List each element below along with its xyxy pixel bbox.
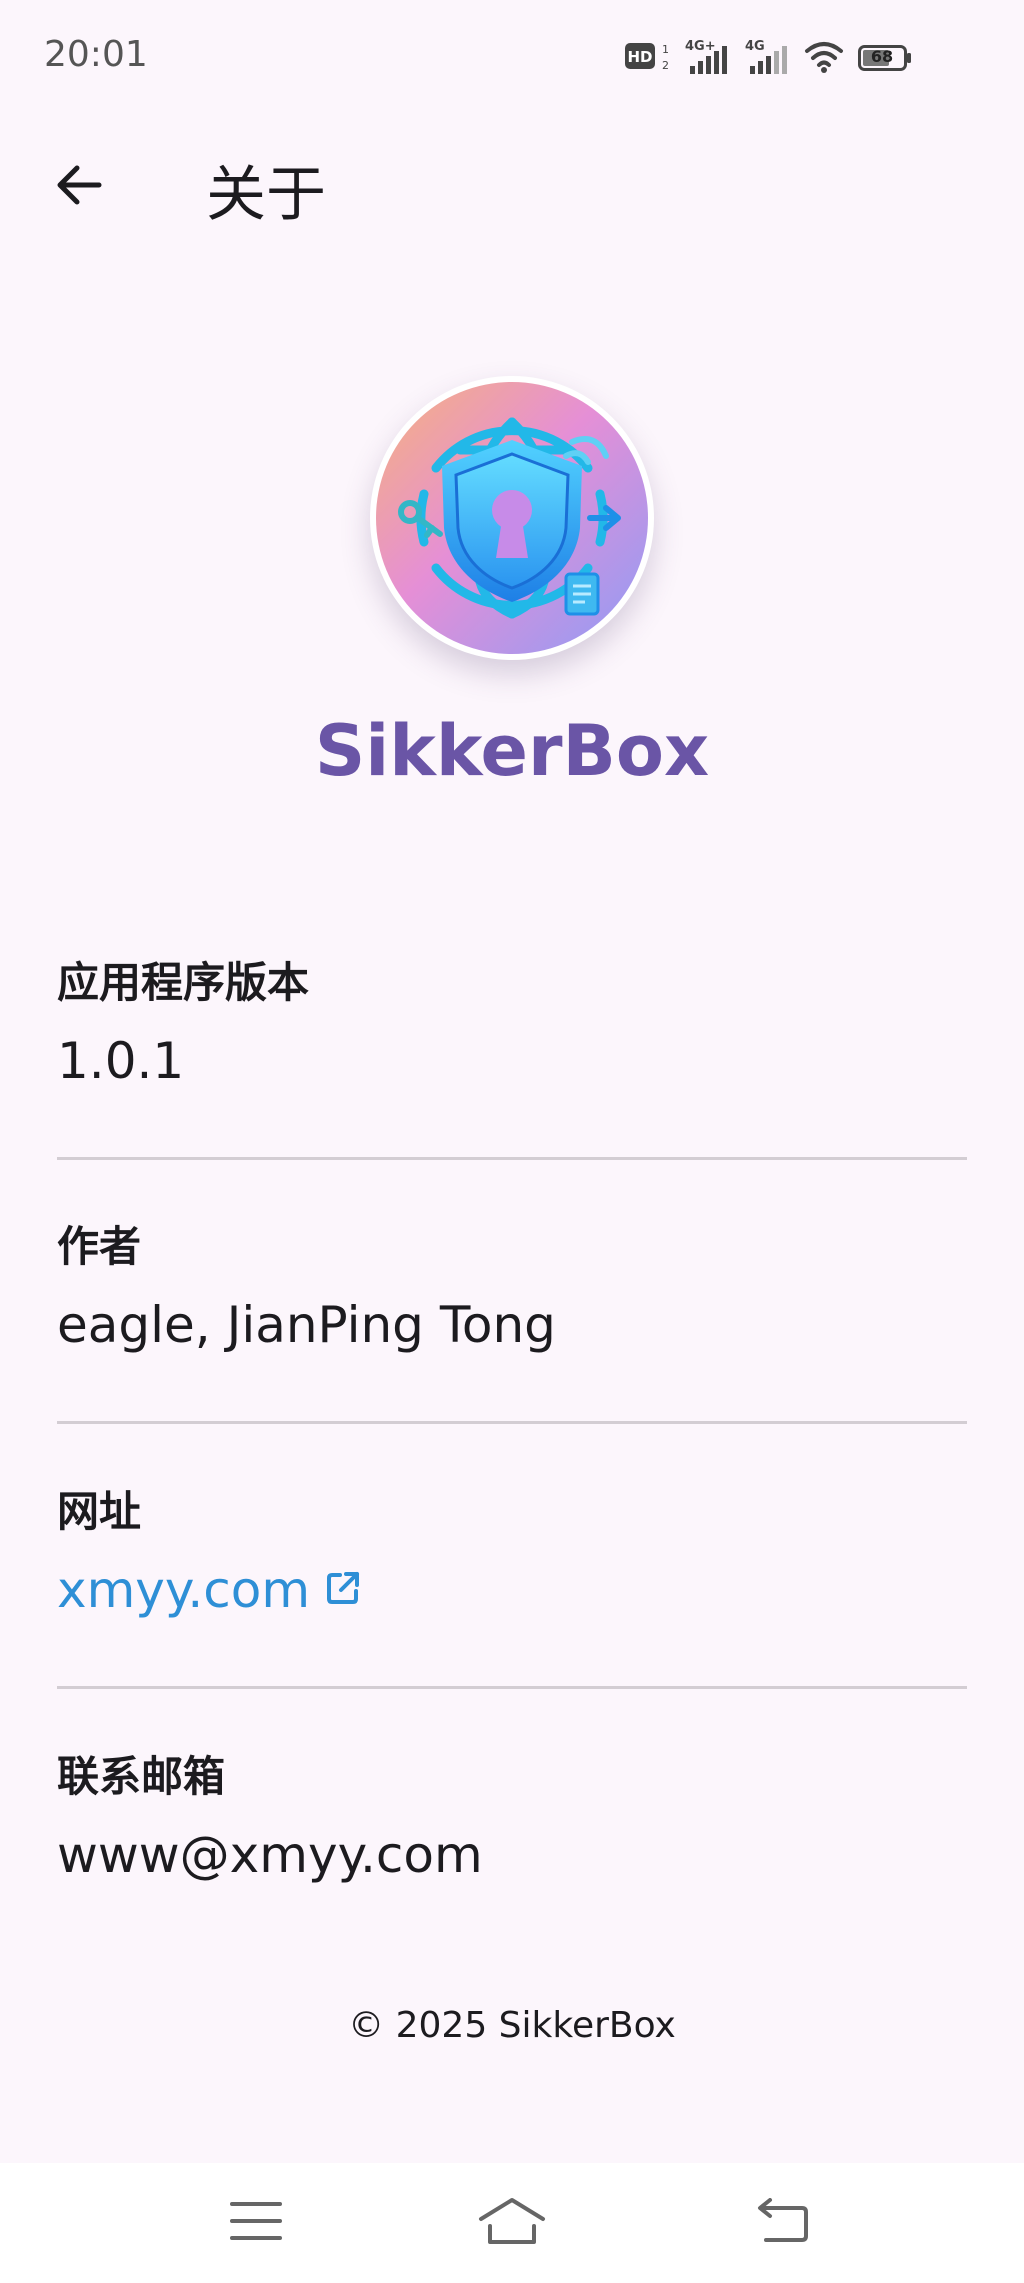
status-icons: HD 1 2 4G+ 4G 68 bbox=[624, 36, 912, 80]
divider bbox=[57, 1686, 967, 1689]
website-label: 网址 bbox=[57, 1487, 142, 1536]
home-button[interactable] bbox=[478, 2189, 546, 2257]
svg-text:1: 1 bbox=[662, 43, 669, 56]
shield-keyhole-globe-logo bbox=[376, 382, 648, 654]
svg-text:4G+: 4G+ bbox=[685, 39, 716, 54]
menu-button[interactable] bbox=[222, 2189, 290, 2257]
battery-level: 68 bbox=[870, 47, 894, 66]
battery-icon: 68 bbox=[858, 44, 912, 72]
svg-text:4G: 4G bbox=[745, 39, 765, 54]
divider bbox=[57, 1421, 967, 1424]
email-value: www@xmyy.com bbox=[57, 1826, 483, 1884]
status-bar: 20:01 HD 1 2 4G+ 4G 68 bbox=[0, 0, 1024, 116]
copyright-text: © 2025 SikkerBox bbox=[348, 2005, 676, 2046]
version-value: 1.0.1 bbox=[57, 1032, 185, 1090]
hd-icon: HD 1 2 bbox=[624, 39, 670, 77]
home-icon bbox=[478, 2196, 546, 2250]
app-name: SikkerBox bbox=[314, 710, 710, 792]
website-value: xmyy.com bbox=[57, 1561, 311, 1619]
page-title: 关于 bbox=[206, 160, 326, 230]
signal-4g-plus-icon: 4G+ bbox=[684, 36, 730, 80]
arrow-left-icon bbox=[53, 159, 105, 215]
website-section: 网址 xmyy.com bbox=[57, 1483, 967, 1623]
svg-text:HD: HD bbox=[627, 48, 652, 66]
version-label: 应用程序版本 bbox=[57, 958, 310, 1007]
wifi-icon bbox=[804, 39, 844, 77]
author-section: 作者 eagle, JianPing Tong bbox=[57, 1218, 967, 1358]
app-bar: 关于 bbox=[0, 130, 1024, 234]
website-link[interactable]: xmyy.com bbox=[57, 1557, 967, 1623]
author-label: 作者 bbox=[57, 1222, 142, 1271]
divider bbox=[57, 1157, 967, 1160]
app-logo bbox=[370, 376, 654, 660]
status-time: 20:01 bbox=[44, 34, 148, 75]
external-link-icon bbox=[324, 1557, 362, 1623]
svg-text:2: 2 bbox=[662, 59, 669, 72]
author-value: eagle, JianPing Tong bbox=[57, 1296, 556, 1354]
signal-4g-icon: 4G bbox=[744, 36, 790, 80]
back-button[interactable] bbox=[44, 152, 114, 222]
back-icon bbox=[754, 2198, 810, 2248]
system-nav-bar bbox=[0, 2163, 1024, 2283]
version-section: 应用程序版本 1.0.1 bbox=[57, 954, 967, 1094]
email-label: 联系邮箱 bbox=[57, 1752, 226, 1801]
menu-icon bbox=[228, 2198, 284, 2248]
email-section: 联系邮箱 www@xmyy.com bbox=[57, 1748, 967, 1888]
system-back-button[interactable] bbox=[748, 2189, 816, 2257]
